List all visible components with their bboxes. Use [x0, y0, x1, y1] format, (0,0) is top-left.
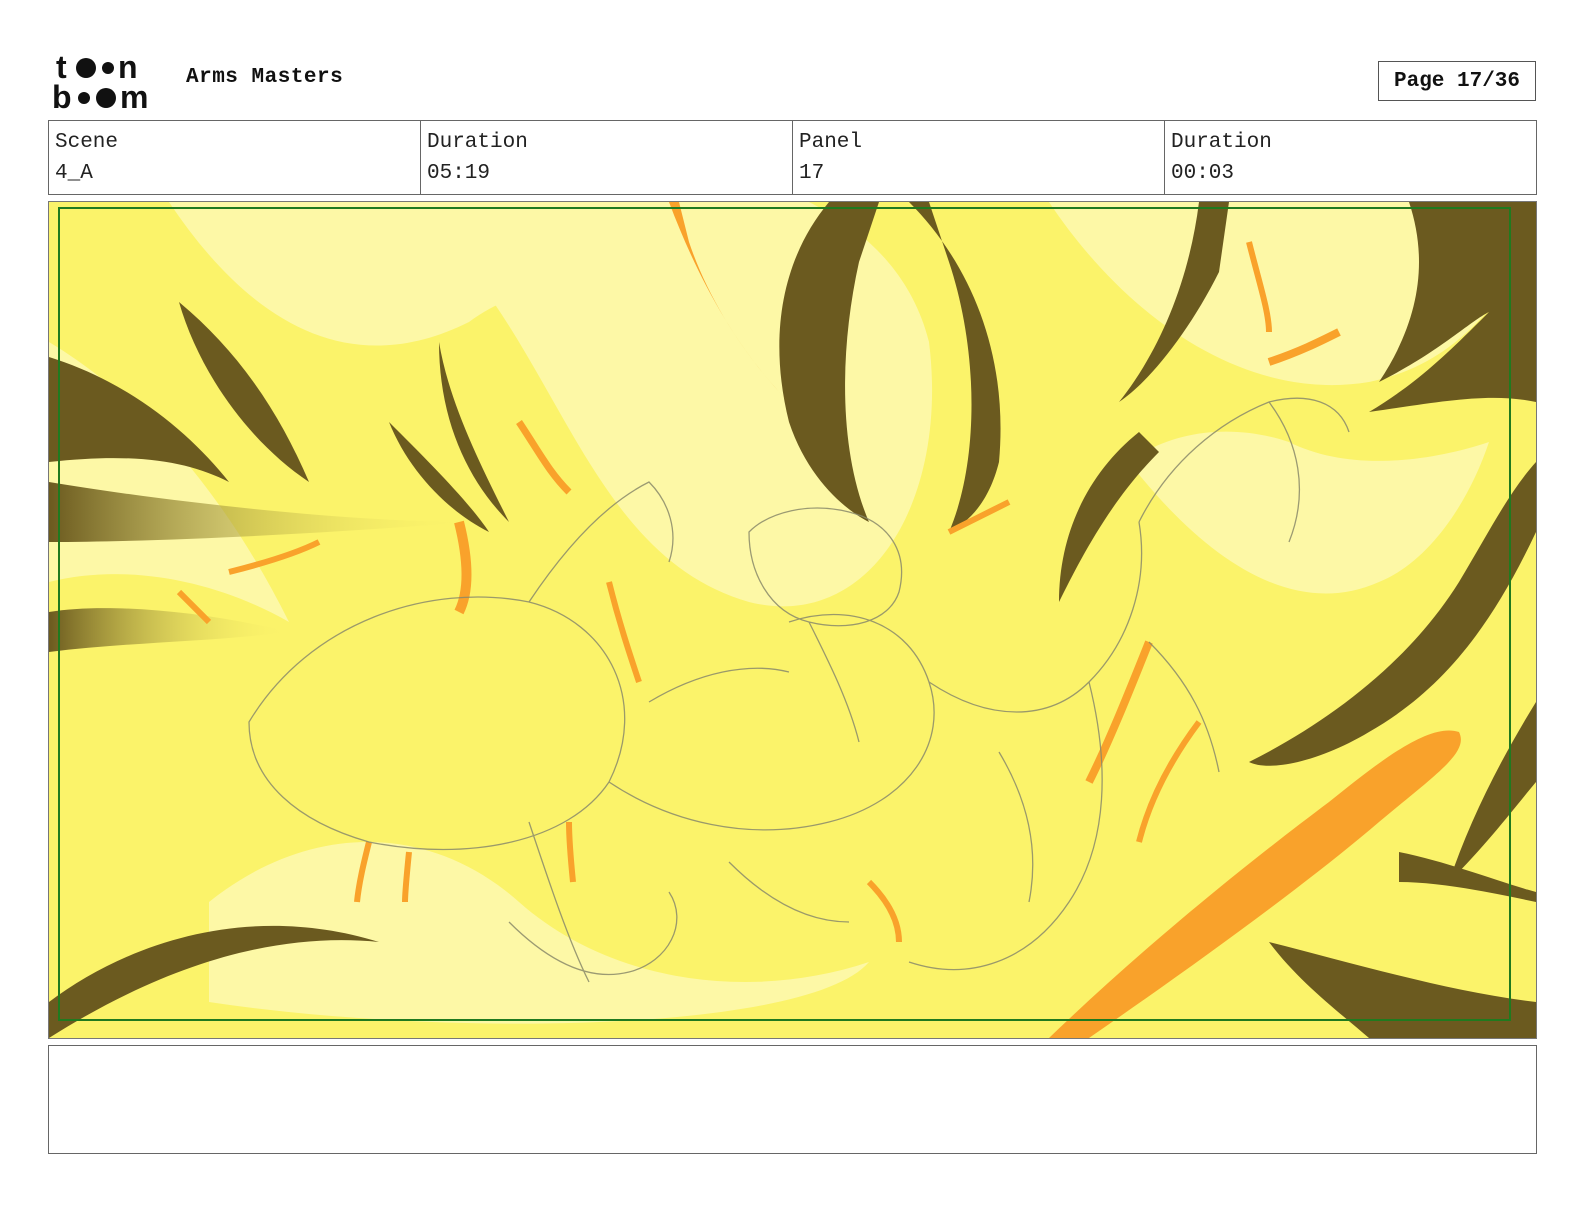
panel-duration-cell: Duration 00:03 — [1165, 121, 1536, 194]
panel-label: Panel — [799, 131, 863, 154]
svg-text:m: m — [120, 79, 148, 112]
toon-boom-logo: t n b m — [52, 50, 148, 112]
page-indicator: Page 17/36 — [1378, 61, 1536, 101]
scene-duration-label: Duration — [427, 131, 528, 154]
notes-box — [48, 1045, 1537, 1154]
panel-info-table: Scene 4_A Duration 05:19 Panel 17 Durati… — [48, 120, 1537, 195]
panel-duration-value: 00:03 — [1171, 162, 1235, 185]
panel-artwork — [49, 202, 1536, 1038]
project-title: Arms Masters — [186, 66, 344, 89]
panel-duration-label: Duration — [1171, 131, 1272, 154]
panel-cell: Panel 17 — [793, 121, 1165, 194]
panel-value: 17 — [799, 162, 825, 185]
scene-duration-value: 05:19 — [427, 162, 491, 185]
scene-duration-cell: Duration 05:19 — [421, 121, 793, 194]
scene-cell: Scene 4_A — [49, 121, 421, 194]
storyboard-panel — [48, 201, 1537, 1039]
scene-value: 4_A — [55, 162, 93, 185]
scene-label: Scene — [55, 131, 119, 154]
svg-text:b: b — [52, 79, 72, 112]
